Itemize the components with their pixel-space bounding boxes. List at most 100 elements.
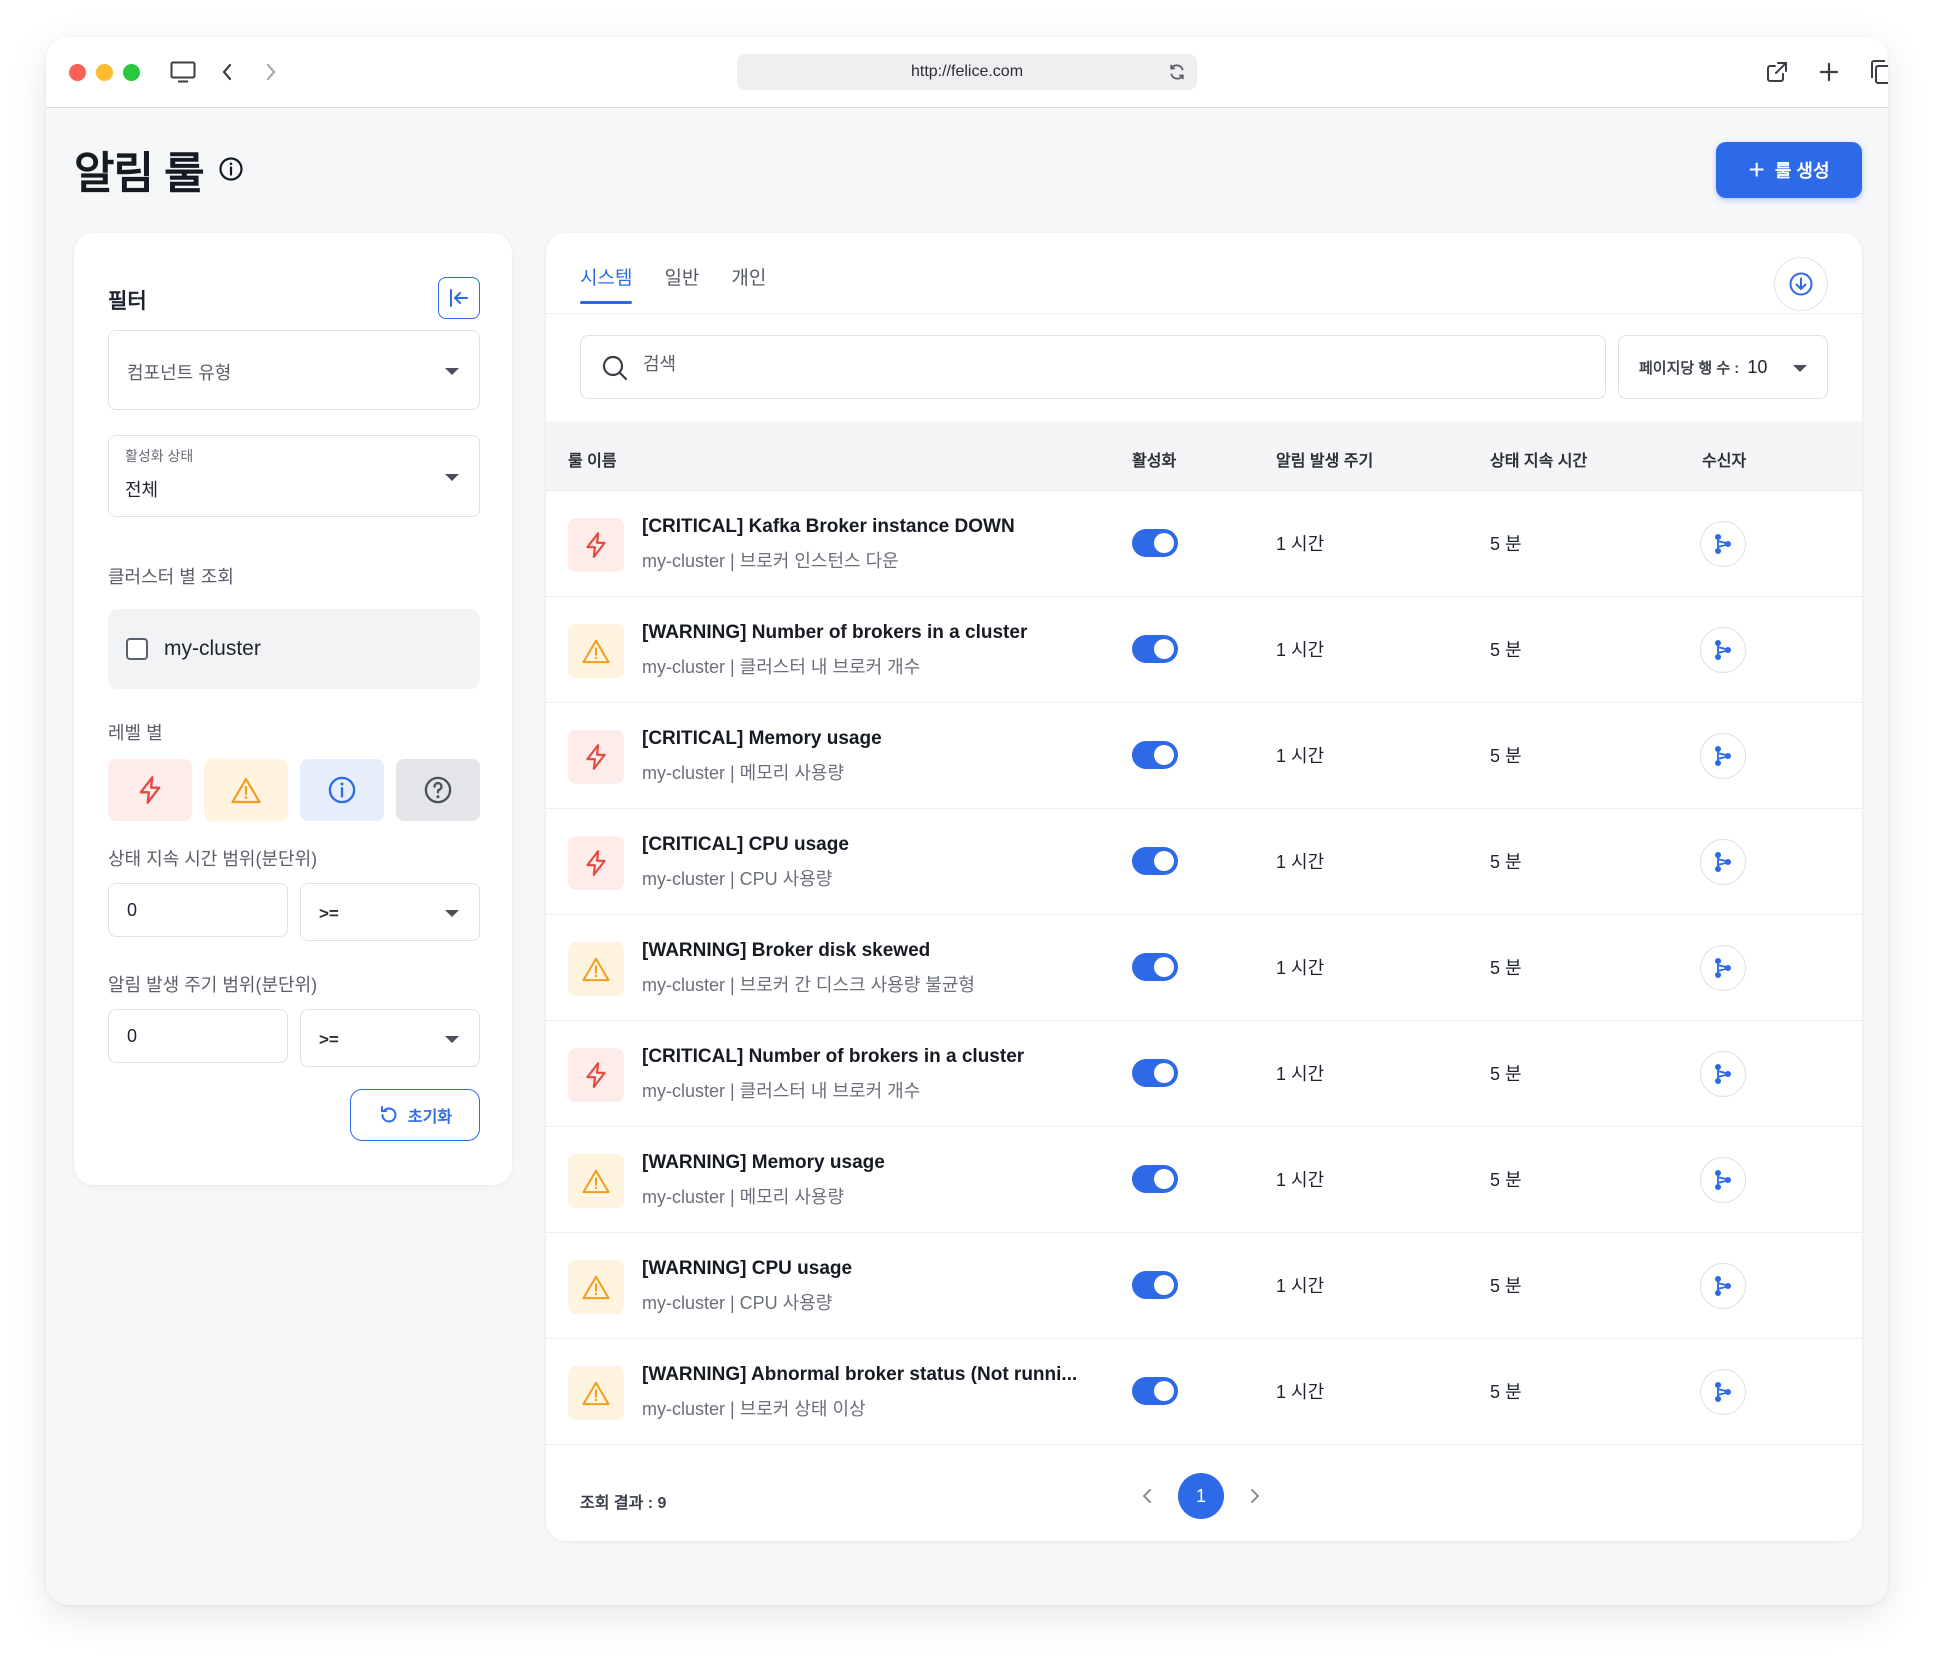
severity-badge bbox=[568, 518, 624, 572]
active-toggle[interactable] bbox=[1132, 741, 1178, 769]
collapse-left-icon bbox=[450, 289, 468, 307]
severity-badge bbox=[568, 942, 624, 996]
interval-value: 0 bbox=[127, 1026, 138, 1046]
rule-title[interactable]: [WARNING] Abnormal broker status (Not ru… bbox=[642, 1364, 1077, 1386]
cluster-checkbox[interactable] bbox=[126, 638, 148, 660]
question-icon bbox=[424, 776, 452, 804]
receivers-button[interactable] bbox=[1700, 945, 1746, 991]
chevron-down-icon bbox=[445, 368, 459, 375]
forward-icon[interactable] bbox=[254, 55, 288, 89]
level-section-label: 레벨 별 bbox=[108, 723, 163, 743]
duration-cell: 5 분 bbox=[1490, 1170, 1522, 1190]
receivers-button[interactable] bbox=[1700, 521, 1746, 567]
new-tab-icon[interactable] bbox=[1812, 55, 1846, 89]
activation-state-value: 전체 bbox=[125, 480, 159, 500]
interval-cell: 1 시간 bbox=[1276, 534, 1325, 554]
maximize-window-button[interactable] bbox=[123, 64, 140, 81]
header-rule-name[interactable]: 룰 이름 bbox=[568, 447, 617, 471]
interval-value-input[interactable]: 0 bbox=[108, 1009, 288, 1063]
table-row[interactable]: [CRITICAL] Memory usage my-cluster | 메모리… bbox=[546, 703, 1862, 809]
level-filter-unknown[interactable] bbox=[396, 759, 480, 821]
receivers-button[interactable] bbox=[1700, 839, 1746, 885]
level-filter-info[interactable] bbox=[300, 759, 384, 821]
active-toggle[interactable] bbox=[1132, 847, 1178, 875]
active-toggle[interactable] bbox=[1132, 1271, 1178, 1299]
header-active[interactable]: 활성화 bbox=[1132, 447, 1176, 471]
receivers-button[interactable] bbox=[1700, 1157, 1746, 1203]
reset-button[interactable]: 초기화 bbox=[350, 1089, 480, 1141]
rule-title[interactable]: [CRITICAL] CPU usage bbox=[642, 834, 849, 856]
collapse-filter-button[interactable] bbox=[438, 277, 480, 319]
rule-title[interactable]: [WARNING] Memory usage bbox=[642, 1152, 885, 1174]
prev-page-button[interactable] bbox=[1132, 1479, 1162, 1513]
receivers-icon bbox=[1715, 746, 1731, 766]
duration-cell: 5 분 bbox=[1490, 640, 1522, 660]
page-button-current[interactable]: 1 bbox=[1178, 1473, 1224, 1519]
download-button[interactable] bbox=[1774, 257, 1828, 311]
rule-title[interactable]: [WARNING] Number of brokers in a cluster bbox=[642, 622, 1027, 644]
duration-cell: 5 분 bbox=[1490, 746, 1522, 766]
level-filter-critical[interactable] bbox=[108, 759, 192, 821]
rule-subtitle: my-cluster | 브로커 상태 이상 bbox=[642, 1399, 866, 1419]
rule-title[interactable]: [CRITICAL] Number of brokers in a cluste… bbox=[642, 1046, 1024, 1068]
rule-title[interactable]: [CRITICAL] Memory usage bbox=[642, 728, 882, 750]
rule-subtitle: my-cluster | 브로커 간 디스크 사용량 불균형 bbox=[642, 975, 975, 995]
lightning-icon bbox=[586, 744, 606, 770]
address-bar[interactable]: http://felice.com bbox=[737, 54, 1197, 90]
activation-state-select[interactable]: 활성화 상태 전체 bbox=[108, 435, 480, 517]
rule-title[interactable]: [CRITICAL] Kafka Broker instance DOWN bbox=[642, 516, 1015, 538]
severity-badge bbox=[568, 1048, 624, 1102]
reload-icon[interactable] bbox=[1167, 62, 1187, 87]
receivers-icon bbox=[1715, 1276, 1731, 1296]
level-filter-warning[interactable] bbox=[204, 759, 288, 821]
tabs-overview-icon[interactable] bbox=[1864, 55, 1888, 89]
back-icon[interactable] bbox=[210, 55, 244, 89]
receivers-button[interactable] bbox=[1700, 1263, 1746, 1309]
active-toggle[interactable] bbox=[1132, 953, 1178, 981]
chevron-down-icon bbox=[1793, 365, 1807, 372]
table-row[interactable]: [WARNING] CPU usage my-cluster | CPU 사용량… bbox=[546, 1233, 1862, 1339]
table-row[interactable]: [WARNING] Number of brokers in a cluster… bbox=[546, 597, 1862, 703]
create-rule-button[interactable]: + 룰 생성 bbox=[1716, 142, 1862, 198]
rows-per-page-select[interactable]: 페이지당 행 수 : 10 bbox=[1618, 335, 1828, 399]
active-toggle[interactable] bbox=[1132, 635, 1178, 663]
search-field[interactable] bbox=[580, 335, 1606, 399]
next-page-button[interactable] bbox=[1240, 1479, 1270, 1513]
rule-title[interactable]: [WARNING] CPU usage bbox=[642, 1258, 852, 1280]
table-row[interactable]: [CRITICAL] CPU usage my-cluster | CPU 사용… bbox=[546, 809, 1862, 915]
active-toggle[interactable] bbox=[1132, 1059, 1178, 1087]
receivers-button[interactable] bbox=[1700, 1369, 1746, 1415]
monitor-icon[interactable] bbox=[166, 55, 200, 89]
table-row[interactable]: [WARNING] Broker disk skewed my-cluster … bbox=[546, 915, 1862, 1021]
receivers-icon bbox=[1715, 852, 1731, 872]
header-duration[interactable]: 상태 지속 시간 bbox=[1490, 447, 1587, 471]
table-row[interactable]: [CRITICAL] Number of brokers in a cluste… bbox=[546, 1021, 1862, 1127]
rule-title[interactable]: [WARNING] Broker disk skewed bbox=[642, 940, 930, 962]
component-type-select[interactable]: 컴포넌트 유형 bbox=[108, 330, 480, 410]
duration-operator-select[interactable]: >= bbox=[300, 883, 480, 941]
receivers-button[interactable] bbox=[1700, 627, 1746, 673]
tab-system[interactable]: 시스템 bbox=[580, 263, 633, 304]
open-external-icon[interactable] bbox=[1760, 55, 1794, 89]
tab-personal[interactable]: 개인 bbox=[731, 263, 766, 304]
minimize-window-button[interactable] bbox=[96, 64, 113, 81]
active-toggle[interactable] bbox=[1132, 529, 1178, 557]
info-icon[interactable] bbox=[218, 156, 244, 182]
table-row[interactable]: [WARNING] Memory usage my-cluster | 메모리 … bbox=[546, 1127, 1862, 1233]
table-row[interactable]: [WARNING] Abnormal broker status (Not ru… bbox=[546, 1339, 1862, 1445]
table-row[interactable]: [CRITICAL] Kafka Broker instance DOWN my… bbox=[546, 491, 1862, 597]
duration-value-input[interactable]: 0 bbox=[108, 883, 288, 937]
duration-cell: 5 분 bbox=[1490, 1064, 1522, 1084]
header-receivers[interactable]: 수신자 bbox=[1702, 447, 1746, 471]
browser-toolbar: http://felice.com bbox=[46, 37, 1888, 108]
active-toggle[interactable] bbox=[1132, 1377, 1178, 1405]
close-window-button[interactable] bbox=[69, 64, 86, 81]
receivers-button[interactable] bbox=[1700, 733, 1746, 779]
header-interval[interactable]: 알림 발생 주기 bbox=[1276, 447, 1373, 471]
tab-general[interactable]: 일반 bbox=[664, 263, 699, 304]
cluster-option-my-cluster[interactable]: my-cluster bbox=[108, 609, 480, 689]
interval-operator-select[interactable]: >= bbox=[300, 1009, 480, 1067]
receivers-button[interactable] bbox=[1700, 1051, 1746, 1097]
active-toggle[interactable] bbox=[1132, 1165, 1178, 1193]
search-input[interactable] bbox=[643, 354, 1543, 375]
